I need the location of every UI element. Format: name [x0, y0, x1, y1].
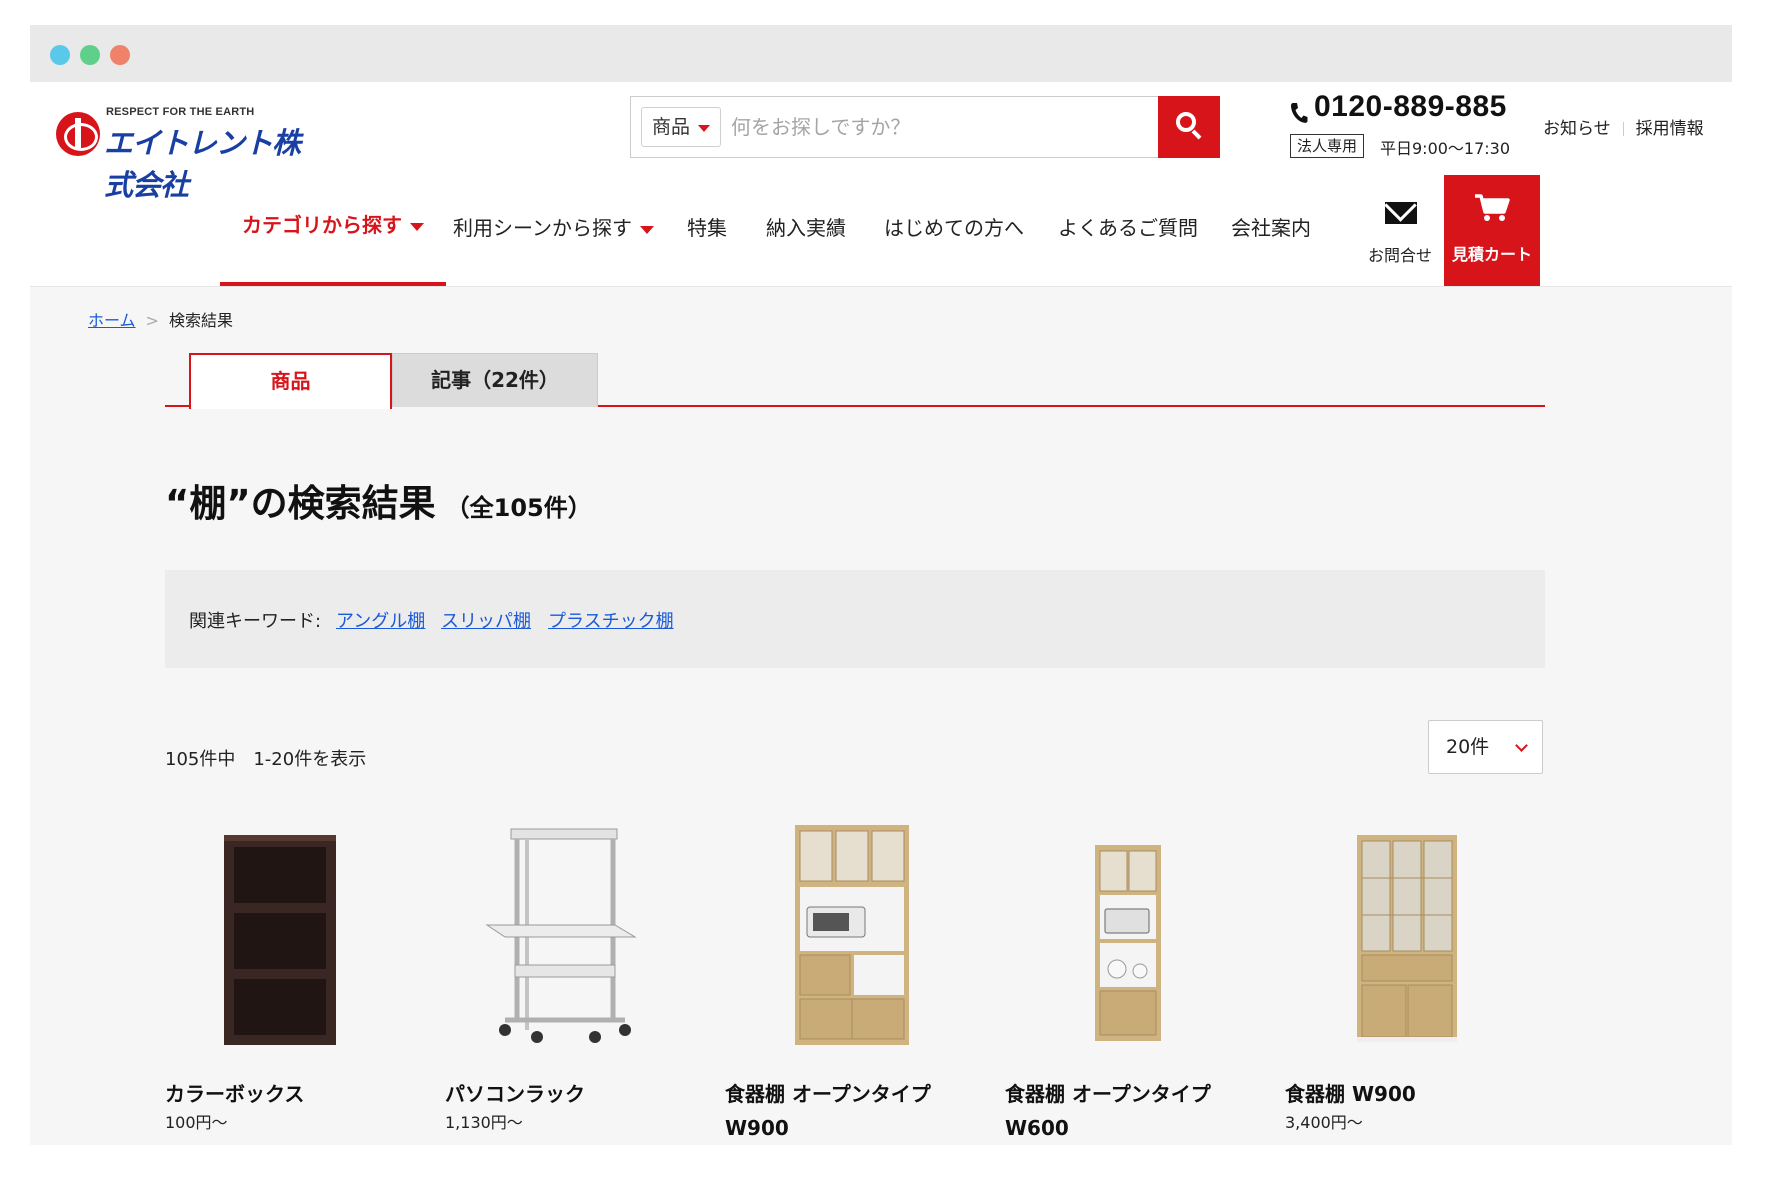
product-price: 1,130円〜	[445, 1113, 523, 1132]
corporate-badge: 法人専用	[1290, 134, 1365, 158]
news-link[interactable]: お知らせ	[1543, 119, 1611, 139]
quote-cart-button[interactable]: 見積カート	[1444, 175, 1540, 286]
chevron-right-icon: >	[145, 311, 159, 330]
result-tabs: 商品 記事（22件）	[165, 353, 1545, 409]
nav-item-faq[interactable]: よくあるご質問	[1058, 170, 1198, 286]
product-name: パソコンラック	[445, 1082, 585, 1106]
result-title-text: “棚”の検索結果	[165, 482, 436, 525]
logo-tagline: RESPECT FOR THE EARTH	[106, 106, 255, 118]
keyword-link[interactable]: スリッパ棚	[441, 607, 531, 633]
window-dot-blue[interactable]	[50, 45, 70, 65]
product-card[interactable]: 食器棚 オープンタイプ W900	[725, 815, 965, 1145]
nav-item-feature[interactable]: 特集	[687, 170, 727, 286]
breadcrumb-home-link[interactable]: ホーム	[88, 311, 136, 330]
browser-window: RESPECT FOR THE EARTH エイトレント株式会社 商品 0120…	[30, 25, 1732, 1145]
search-icon-handle	[1191, 129, 1202, 140]
search-input[interactable]	[731, 105, 1091, 149]
nav-item-scene[interactable]: 利用シーンから探す	[453, 170, 654, 286]
product-image-cupboard-open-w900[interactable]	[725, 815, 965, 1055]
result-total-count: （全105件）	[445, 494, 592, 522]
product-card[interactable]: 食器棚 オープンタイプ W600	[1005, 815, 1245, 1145]
cart-icon	[1475, 194, 1510, 221]
product-image-cupboard-open-w600[interactable]	[1005, 815, 1245, 1055]
nav-item-label: カテゴリから探す	[242, 213, 402, 237]
tab-products[interactable]: 商品	[189, 353, 392, 409]
results-range: 105件中 1-20件を表示	[165, 749, 367, 770]
breadcrumb-current: 検索結果	[168, 311, 233, 330]
contact-label: お問合せ	[1367, 246, 1432, 265]
tab-articles[interactable]: 記事（22件）	[392, 353, 598, 407]
caret-down-icon	[698, 125, 710, 132]
site-logo[interactable]: RESPECT FOR THE EARTH エイトレント株式会社	[56, 104, 326, 202]
mail-icon	[1385, 202, 1417, 224]
product-name: カラーボックス	[165, 1082, 305, 1106]
product-image-cupboard-w900[interactable]	[1285, 815, 1525, 1055]
related-keywords-label: 関連キーワード:	[189, 611, 322, 632]
window-dot-red[interactable]	[110, 45, 130, 65]
per-page-value: 20件	[1446, 736, 1490, 758]
search-category-select[interactable]: 商品	[641, 107, 721, 147]
window-titlebar	[30, 25, 1732, 82]
search-button[interactable]	[1158, 96, 1220, 158]
product-name: 食器棚 オープンタイプ W600	[1005, 1082, 1211, 1140]
phone-number[interactable]: 0120-889-885	[1314, 90, 1507, 124]
top-links: お知らせ 採用情報	[1543, 114, 1704, 139]
breadcrumb: ホーム > 検索結果	[88, 307, 233, 331]
chevron-down-icon	[1515, 739, 1528, 752]
nav-item-category[interactable]: カテゴリから探す	[220, 170, 446, 286]
contact-button[interactable]: お問合せ	[1360, 172, 1440, 286]
search-category-label: 商品	[652, 116, 691, 138]
search-icon	[1176, 112, 1196, 132]
phone-icon	[1291, 103, 1308, 123]
product-image-pc-rack[interactable]	[445, 815, 685, 1055]
cart-label: 見積カート	[1451, 245, 1532, 264]
caret-down-icon	[410, 222, 424, 231]
page-title: “棚”の検索結果 （全105件）	[165, 473, 592, 527]
recruit-link[interactable]: 採用情報	[1636, 119, 1704, 139]
site-header: RESPECT FOR THE EARTH エイトレント株式会社 商品 0120…	[30, 82, 1732, 287]
search-bar: 商品	[630, 96, 1220, 158]
product-card[interactable]: パソコンラック 1,130円〜	[445, 815, 685, 1145]
product-name: 食器棚 W900	[1285, 1082, 1416, 1106]
business-hours: 平日9:00〜17:30	[1380, 139, 1511, 158]
link-divider	[1622, 122, 1624, 136]
keyword-link[interactable]: アングル棚	[336, 607, 425, 633]
phone-contact: 0120-889-885 法人専用 平日9:00〜17:30	[1290, 90, 1530, 160]
product-price: 3,400円〜	[1285, 1113, 1363, 1132]
bee-logo-icon	[56, 112, 100, 156]
window-dot-green[interactable]	[80, 45, 100, 65]
caret-down-icon	[640, 225, 654, 234]
product-card[interactable]: 食器棚 W900 3,400円〜	[1285, 815, 1525, 1145]
nav-item-label: 利用シーンから探す	[453, 216, 632, 240]
product-card[interactable]: カラーボックス 100円〜	[165, 815, 405, 1145]
product-price: 100円〜	[165, 1113, 228, 1132]
product-grid: カラーボックス 100円〜 パソコンラック 1,130円〜 食器棚 オープンタイ…	[165, 815, 1545, 1145]
nav-item-company[interactable]: 会社案内	[1231, 170, 1311, 286]
product-image-color-box[interactable]	[165, 815, 405, 1055]
nav-item-beginners[interactable]: はじめての方へ	[884, 170, 1024, 286]
keyword-link[interactable]: プラスチック棚	[548, 607, 674, 633]
per-page-select[interactable]: 20件	[1428, 720, 1543, 774]
related-keywords: 関連キーワード: アングル棚 スリッパ棚 プラスチック棚	[165, 570, 1545, 668]
nav-item-delivery-record[interactable]: 納入実績	[766, 170, 846, 286]
product-name: 食器棚 オープンタイプ W900	[725, 1082, 931, 1140]
